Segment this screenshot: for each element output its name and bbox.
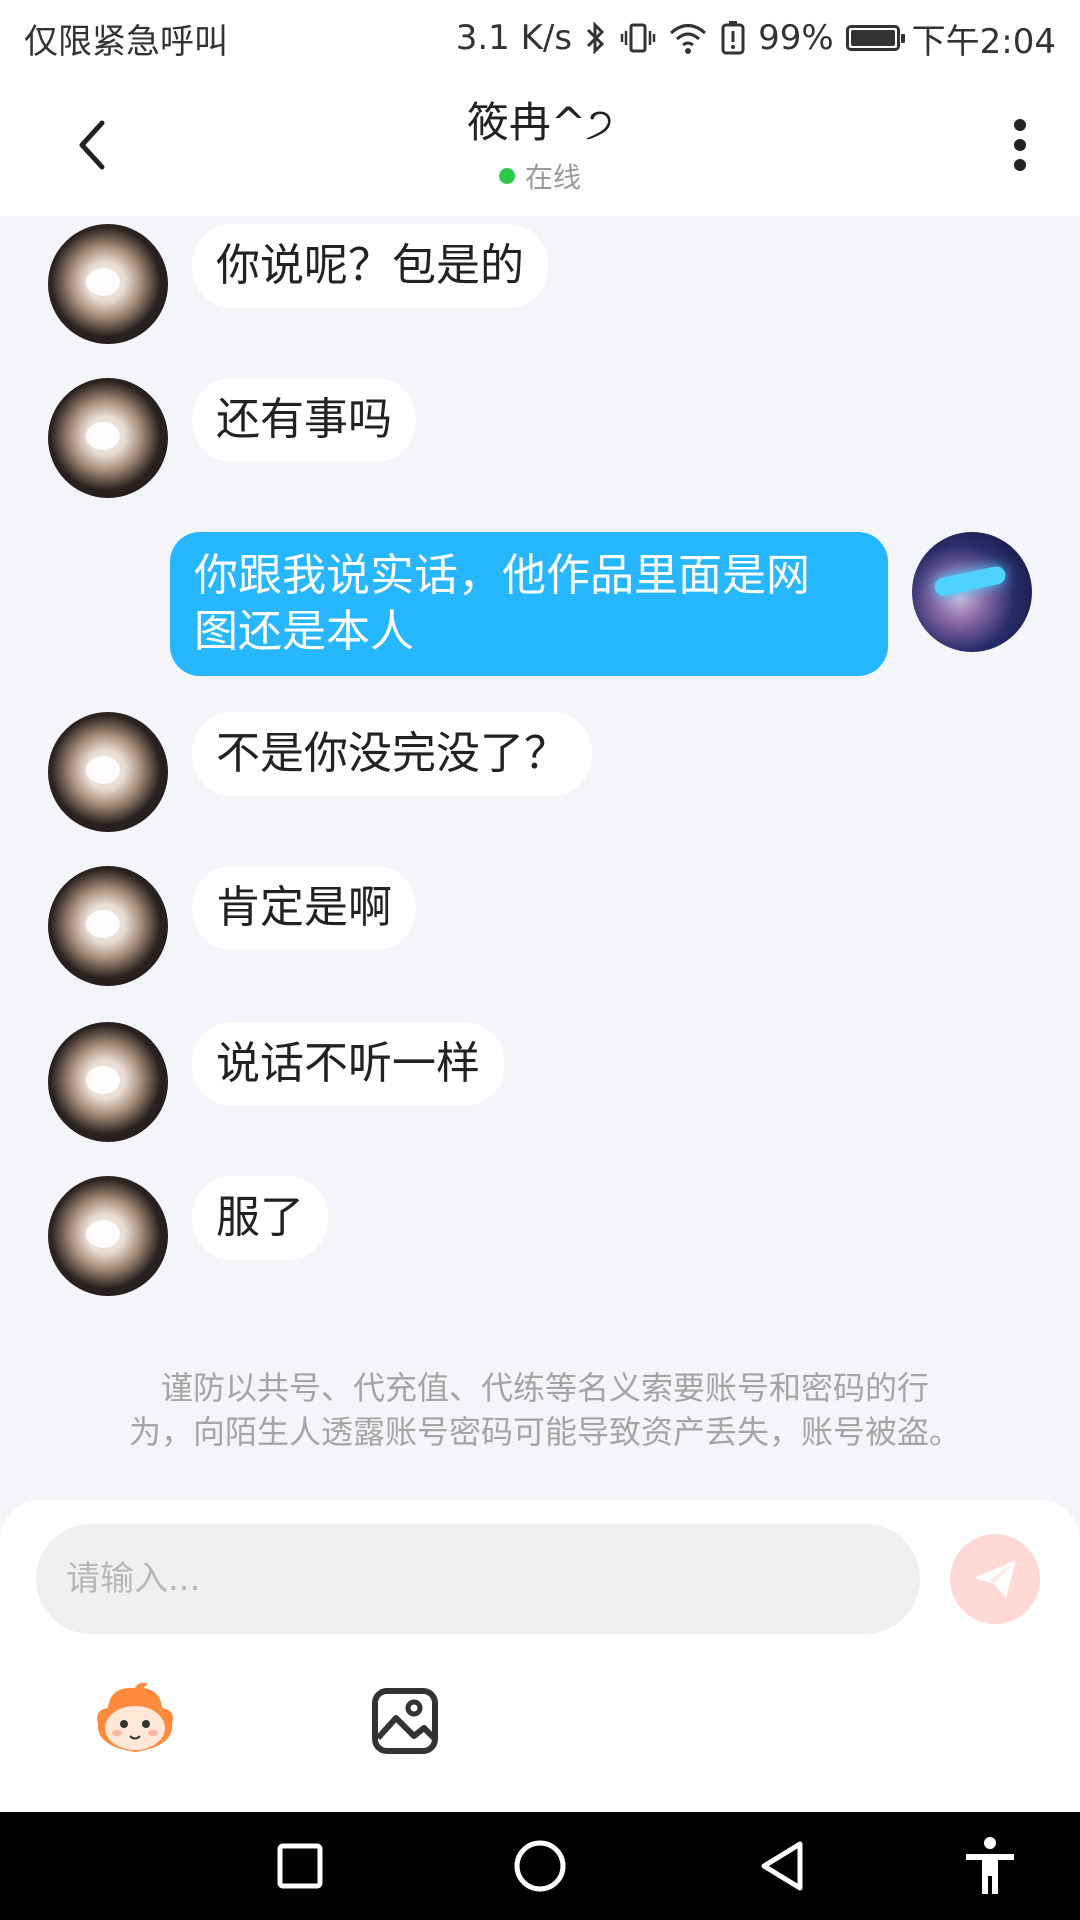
contact-avatar[interactable] — [48, 1022, 168, 1142]
chat-screen: 仅限紧急呼叫 3.1 K/s 99% 下午2:04 筱冉^੭ 在线 你说呢？包是… — [0, 0, 1080, 1920]
contact-avatar[interactable] — [48, 866, 168, 986]
message-row: 你说呢？包是的 — [48, 224, 572, 344]
my-message-bubble[interactable]: 你跟我说实话，他作品里面是网 图还是本人 — [170, 532, 888, 676]
image-button[interactable] — [370, 1686, 440, 1756]
online-dot-icon — [498, 168, 515, 184]
back-nav-button[interactable] — [752, 1836, 812, 1896]
message-bubble[interactable]: 服了 — [192, 1176, 328, 1260]
system-nav-bar — [0, 1812, 1080, 1920]
contact-avatar[interactable] — [48, 712, 168, 832]
emoji-button[interactable] — [90, 1680, 180, 1760]
status-icons: 3.1 K/s 99% 下午2:04 — [456, 14, 1056, 63]
contact-name: 筱冉^੭ — [466, 98, 614, 147]
circle-icon — [514, 1840, 566, 1892]
home-button[interactable] — [510, 1836, 570, 1896]
battery-percent: 99% — [758, 18, 834, 58]
message-bubble[interactable]: 不是你没完没了？ — [192, 712, 592, 796]
triangle-back-icon — [761, 1841, 803, 1891]
status-bar: 仅限紧急呼叫 3.1 K/s 99% 下午2:04 — [0, 0, 1080, 76]
message-bubble[interactable]: 还有事吗 — [192, 378, 416, 462]
message-line: 图还是本人 — [194, 606, 414, 657]
message-line: 你跟我说实话，他作品里面是网 — [194, 550, 810, 601]
my-avatar[interactable] — [912, 532, 1032, 652]
accessibility-icon — [966, 1837, 1014, 1894]
presence-label: 在线 — [524, 161, 581, 194]
message-row: 还有事吗 — [48, 378, 440, 498]
message-row: 不是你没完没了？ — [48, 712, 616, 832]
clock: 下午2:04 — [911, 21, 1056, 62]
carrier-status: 仅限紧急呼叫 — [24, 21, 228, 62]
battery-alert-icon — [720, 20, 746, 56]
message-row: 说话不听一样 — [48, 1022, 528, 1142]
notice-line: 为，向陌生人透露账号密码可能导致资产丢失，账号被盗。 — [128, 1413, 961, 1451]
mascot-emoji-icon — [97, 1682, 173, 1752]
vibrate-icon — [620, 20, 656, 56]
battery-icon — [845, 25, 905, 51]
square-icon — [277, 1843, 323, 1889]
more-vertical-icon — [1014, 119, 1026, 171]
message-input[interactable] — [36, 1524, 920, 1634]
wifi-icon — [668, 20, 708, 56]
message-bubble[interactable]: 肯定是啊 — [192, 866, 416, 950]
contact-avatar[interactable] — [48, 378, 168, 498]
security-notice: 谨防以共号、代充值、代练等名义索要账号和密码的行 为，向陌生人透露账号密码可能导… — [90, 1366, 1000, 1454]
bluetooth-icon — [584, 20, 608, 56]
chat-header: 筱冉^੭ 在线 — [0, 76, 1080, 216]
message-row: 服了 — [48, 1176, 352, 1296]
more-options-button[interactable] — [990, 110, 1050, 180]
send-button[interactable] — [950, 1534, 1040, 1624]
message-row: 肯定是啊 — [48, 866, 440, 986]
message-bubble[interactable]: 你说呢？包是的 — [192, 224, 548, 308]
presence-status: 在线 — [498, 156, 581, 196]
recents-button[interactable] — [270, 1836, 330, 1896]
contact-info: 筱冉^੭ 在线 — [0, 96, 1080, 196]
image-icon — [372, 1688, 438, 1754]
notice-line: 谨防以共号、代充值、代练等名义索要账号和密码的行 — [160, 1369, 929, 1407]
send-icon — [974, 1560, 1016, 1598]
contact-avatar[interactable] — [48, 1176, 168, 1296]
message-row: 你跟我说实话，他作品里面是网 图还是本人 — [146, 532, 1032, 676]
composer — [0, 1500, 1080, 1812]
message-bubble[interactable]: 说话不听一样 — [192, 1022, 504, 1106]
network-speed: 3.1 K/s — [455, 18, 573, 58]
contact-avatar[interactable] — [48, 224, 168, 344]
accessibility-button[interactable] — [960, 1836, 1020, 1896]
